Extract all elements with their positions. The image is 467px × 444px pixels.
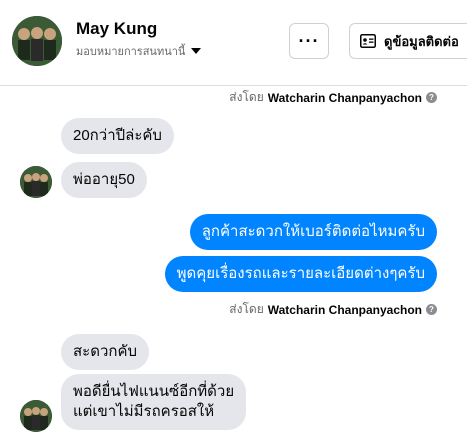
contact-avatar-small[interactable]	[20, 400, 52, 432]
sent-by-name: Watcharin Chanpanyachon	[267, 302, 422, 317]
incoming-message[interactable]: 20กว่าปีล่ะคับ	[61, 118, 174, 154]
view-contact-info-button[interactable]: ดูข้อมูลติดต่อ	[349, 23, 467, 59]
message-line: แต่เขาไม่มีรถครอสให้	[73, 403, 215, 420]
outgoing-message[interactable]: ลูกค้าสะดวกให้เบอร์ติดต่อไหมครับ	[189, 214, 437, 250]
incoming-message[interactable]: สะดวกคับ	[61, 334, 150, 370]
incoming-message[interactable]: พ่ออายุ50	[61, 162, 147, 198]
more-options-button[interactable]: ···	[289, 23, 329, 59]
incoming-message-multiline[interactable]: พอดียื่นไฟแนนซ์อีกที่ด้วย แต่เขาไม่มีรถค…	[61, 374, 247, 430]
assign-conversation-label: มอบหมายการสนทนานี้	[76, 46, 186, 58]
more-horizontal-icon: ···	[298, 30, 320, 51]
sent-by-label: ส่งโดย Watcharin Chanpanyachon ?	[229, 300, 437, 319]
message-line: พอดียื่นไฟแนนซ์อีกที่ด้วย	[73, 383, 235, 400]
caret-down-icon	[191, 48, 202, 54]
info-icon[interactable]: ?	[426, 304, 437, 315]
contact-name: May Kung	[76, 19, 158, 38]
sent-by-name: Watcharin Chanpanyachon	[267, 90, 422, 105]
conversation-header: May Kung มอบหมายการสนทนานี้ ··· ดูข้อมูล…	[0, 0, 467, 86]
info-icon[interactable]: ?	[426, 92, 437, 103]
assign-conversation-dropdown[interactable]: มอบหมายการสนทนานี้	[76, 42, 202, 60]
sent-by-prefix: ส่งโดย	[229, 302, 264, 316]
contact-avatar[interactable]	[12, 16, 62, 66]
contact-card-icon	[360, 34, 376, 48]
sent-by-label: ส่งโดย Watcharin Chanpanyachon ?	[229, 88, 437, 107]
contact-avatar-small[interactable]	[20, 166, 52, 198]
view-contact-info-label: ดูข้อมูลติดต่อ	[384, 33, 459, 49]
sent-by-prefix: ส่งโดย	[229, 90, 264, 104]
outgoing-message[interactable]: พูดคุยเรื่องรถและรายละเอียดต่างๆครับ	[164, 256, 437, 292]
